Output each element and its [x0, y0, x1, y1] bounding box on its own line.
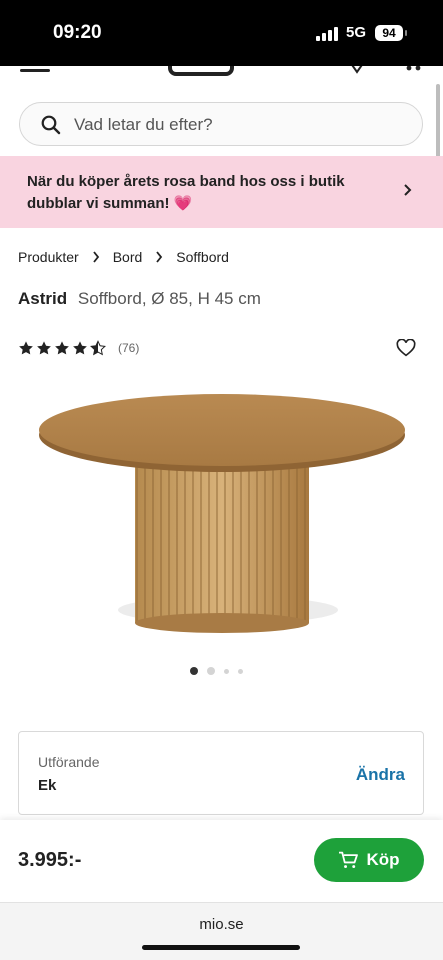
- carousel-indicator[interactable]: [190, 667, 243, 675]
- mio-logo[interactable]: [168, 66, 248, 76]
- product-price: 3.995:-: [18, 849, 82, 871]
- rating-stars: [18, 340, 106, 356]
- search-placeholder: Vad letar du efter?: [74, 115, 213, 134]
- product-title: Astrid Soffbord, Ø 85, H 45 cm: [18, 289, 261, 309]
- change-variant-link[interactable]: Ändra: [356, 765, 405, 785]
- site-header: [0, 66, 443, 78]
- buy-label: Köp: [366, 850, 400, 869]
- browser-url-bar[interactable]: mio.se: [0, 902, 443, 960]
- breadcrumb-item-bord[interactable]: Bord: [113, 249, 143, 265]
- variant-value: Ek: [38, 777, 57, 794]
- star-icon: [55, 341, 69, 355]
- cart-icon: [339, 851, 359, 869]
- search-input[interactable]: Vad letar du efter?: [19, 102, 423, 146]
- promo-text: När du köper årets rosa band hos oss i b…: [27, 173, 345, 212]
- chevron-right-icon: [155, 251, 163, 263]
- signal-icon: [316, 27, 338, 41]
- product-rating[interactable]: (76): [18, 340, 139, 356]
- buy-button[interactable]: Köp: [314, 838, 424, 882]
- carousel-dot[interactable]: [224, 668, 229, 674]
- chevron-right-icon: [404, 184, 412, 196]
- star-half-icon: [90, 340, 106, 356]
- menu-icon[interactable]: [20, 66, 50, 74]
- carousel-dot[interactable]: [190, 667, 198, 675]
- wishlist-icon[interactable]: [348, 66, 366, 74]
- variant-selector[interactable]: Utförande Ek Ändra: [18, 731, 424, 815]
- url-text: mio.se: [199, 916, 244, 933]
- status-time: 09:20: [53, 22, 102, 43]
- star-icon: [73, 341, 87, 355]
- chevron-right-icon: [92, 251, 100, 263]
- rating-count: (76): [118, 341, 140, 355]
- product-name: Astrid: [18, 289, 68, 308]
- carousel-dot[interactable]: [207, 667, 215, 675]
- variant-label: Utförande: [38, 754, 100, 770]
- breadcrumb: Produkter Bord Soffbord: [18, 249, 229, 265]
- breadcrumb-item-soffbord[interactable]: Soffbord: [176, 249, 229, 265]
- carousel-dot[interactable]: [238, 668, 243, 674]
- product-image[interactable]: [34, 385, 414, 640]
- home-indicator[interactable]: [142, 945, 300, 950]
- cart-icon[interactable]: [401, 66, 423, 74]
- network-label: 5G: [346, 24, 367, 41]
- buy-bar: 3.995:- Köp: [0, 820, 443, 902]
- promo-banner[interactable]: När du köper årets rosa band hos oss i b…: [0, 156, 443, 228]
- star-icon: [19, 341, 33, 355]
- status-bar: 09:20 5G 94: [0, 0, 443, 66]
- battery-icon: 94: [375, 25, 407, 41]
- product-description: Soffbord, Ø 85, H 45 cm: [77, 289, 261, 308]
- star-icon: [37, 341, 51, 355]
- heart-icon[interactable]: [396, 339, 416, 357]
- search-icon: [41, 115, 61, 135]
- breadcrumb-item-produkter[interactable]: Produkter: [18, 249, 79, 265]
